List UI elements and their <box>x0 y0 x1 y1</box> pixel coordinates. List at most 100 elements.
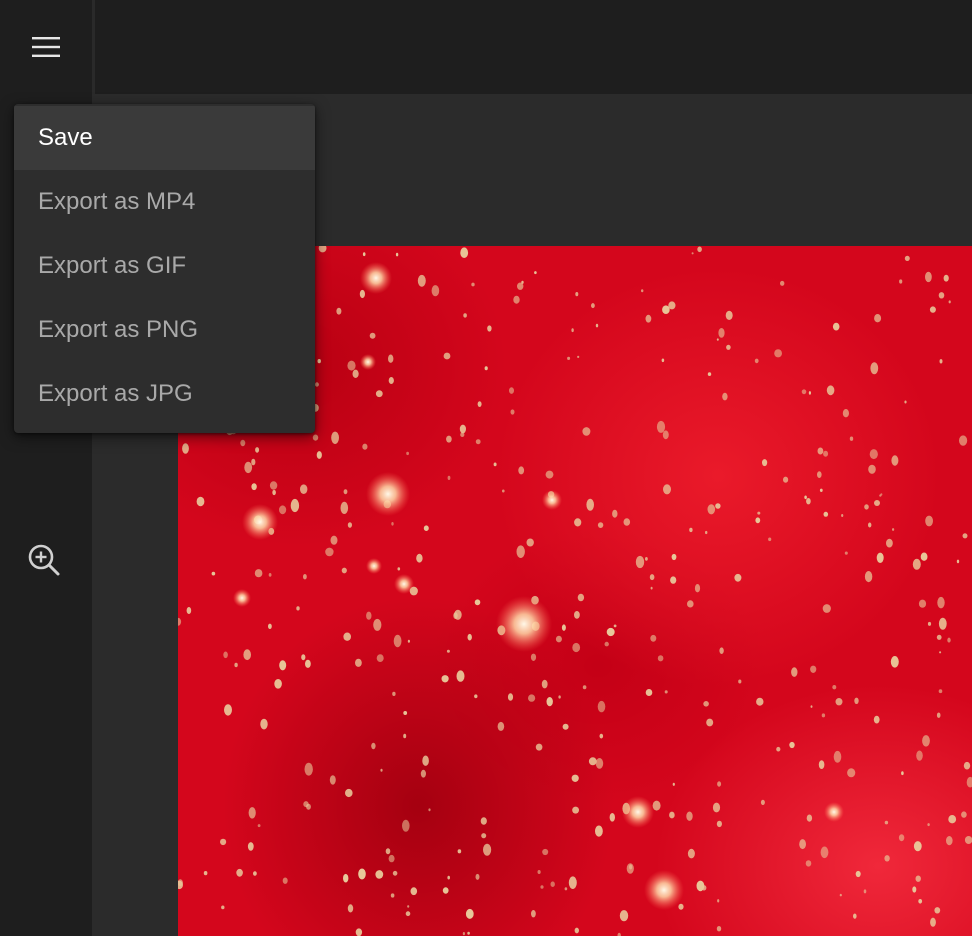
glitter-speck <box>561 624 566 631</box>
glitter-speck <box>762 459 768 467</box>
glitter-speck <box>343 873 349 883</box>
glitter-speck <box>597 522 604 528</box>
menu-item-export-mp4[interactable]: Export as MP4 <box>14 170 315 234</box>
glitter-speck <box>428 808 431 812</box>
glitter-speck <box>912 886 917 893</box>
glitter-speck <box>456 670 465 682</box>
file-menu-dropdown: Save Export as MP4 Export as GIF Export … <box>14 104 315 433</box>
glitter-speck <box>467 633 472 641</box>
glitter-speck <box>574 611 580 619</box>
glitter-speck <box>481 833 487 839</box>
glitter-speck <box>510 409 515 415</box>
glitter-speck <box>715 503 721 509</box>
bokeh-glow <box>622 796 654 828</box>
glitter-speck <box>343 632 351 641</box>
glitter-speck <box>447 875 451 880</box>
glitter-speck <box>375 870 384 879</box>
glitter-speck <box>663 484 671 495</box>
glitter-speck <box>876 552 884 563</box>
glitter-speck <box>345 788 353 798</box>
glitter-speck <box>619 910 629 922</box>
glitter-speck <box>279 660 287 671</box>
glitter-speck <box>186 607 192 614</box>
glitter-speck <box>912 558 921 570</box>
glitter-speck <box>403 733 407 739</box>
glitter-speck <box>623 518 631 526</box>
glitter-speck <box>582 427 591 436</box>
glitter-speck <box>571 774 579 782</box>
glitter-speck <box>901 771 904 776</box>
glitter-speck <box>697 246 702 253</box>
main-menu-button[interactable] <box>0 0 92 94</box>
glitter-speck <box>925 271 932 283</box>
bokeh-glow <box>824 802 844 822</box>
glitter-speck <box>943 274 949 282</box>
glitter-speck <box>257 824 261 828</box>
glitter-speck <box>362 443 368 450</box>
glitter-speck <box>669 811 675 819</box>
glitter-speck <box>939 359 943 364</box>
glitter-speck <box>898 834 905 842</box>
glitter-speck <box>385 848 391 855</box>
glitter-speck <box>530 653 537 661</box>
glitter-speck <box>959 435 968 446</box>
glitter-speck <box>555 635 562 643</box>
glitter-speck <box>613 624 617 628</box>
glitter-speck <box>253 871 257 876</box>
glitter-speck <box>550 881 555 887</box>
glitter-speck <box>407 639 410 643</box>
zoom-in-button[interactable] <box>24 540 64 580</box>
glitter-speck <box>716 338 719 341</box>
glitter-speck <box>347 904 354 913</box>
glitter-speck <box>460 247 469 258</box>
glitter-speck <box>717 781 722 787</box>
glitter-speck <box>366 611 372 620</box>
glitter-speck <box>355 658 362 667</box>
glitter-speck <box>864 571 873 583</box>
glitter-speck <box>880 493 883 496</box>
glitter-speck <box>290 498 300 513</box>
glitter-speck <box>443 352 451 360</box>
glitter-speck <box>925 515 933 527</box>
glitter-speck <box>203 871 208 876</box>
glitter-speck <box>416 553 423 563</box>
glitter-speck <box>890 656 899 668</box>
glitter-speck <box>535 743 543 751</box>
glitter-speck <box>474 694 478 699</box>
glitter-speck <box>441 675 449 683</box>
glitter-speck <box>562 723 569 730</box>
glitter-speck <box>221 905 225 910</box>
glitter-speck <box>336 307 342 315</box>
glitter-speck <box>274 679 282 689</box>
glitter-speck <box>272 489 276 496</box>
glitter-speck <box>961 811 967 818</box>
glitter-speck <box>789 741 795 749</box>
hamburger-menu-icon <box>32 37 60 57</box>
menu-item-export-gif[interactable]: Export as GIF <box>14 234 315 298</box>
glitter-speck <box>922 735 930 747</box>
glitter-speck <box>296 606 300 611</box>
menu-item-save[interactable]: Save <box>14 106 315 170</box>
glitter-speck <box>916 750 923 761</box>
glitter-speck <box>918 899 923 904</box>
glitter-speck <box>388 377 394 384</box>
glitter-speck <box>891 455 899 466</box>
glitter-speck <box>956 559 960 564</box>
glitter-speck <box>774 349 782 358</box>
glitter-speck <box>799 839 806 850</box>
glitter-speck <box>664 690 668 694</box>
glitter-speck <box>248 807 256 819</box>
glitter-speck <box>474 599 481 606</box>
menu-item-export-png[interactable]: Export as PNG <box>14 298 315 362</box>
glitter-speck <box>516 545 525 558</box>
menu-item-export-jpg[interactable]: Export as JPG <box>14 362 315 426</box>
glitter-speck <box>306 803 311 810</box>
glitter-speck <box>855 870 861 878</box>
glitter-speck <box>234 662 238 668</box>
glitter-speck <box>904 400 907 404</box>
glitter-speck <box>808 391 812 395</box>
glitter-speck <box>918 599 927 608</box>
glitter-speck <box>810 665 817 673</box>
glitter-speck <box>597 700 606 713</box>
top-bar <box>0 0 972 94</box>
